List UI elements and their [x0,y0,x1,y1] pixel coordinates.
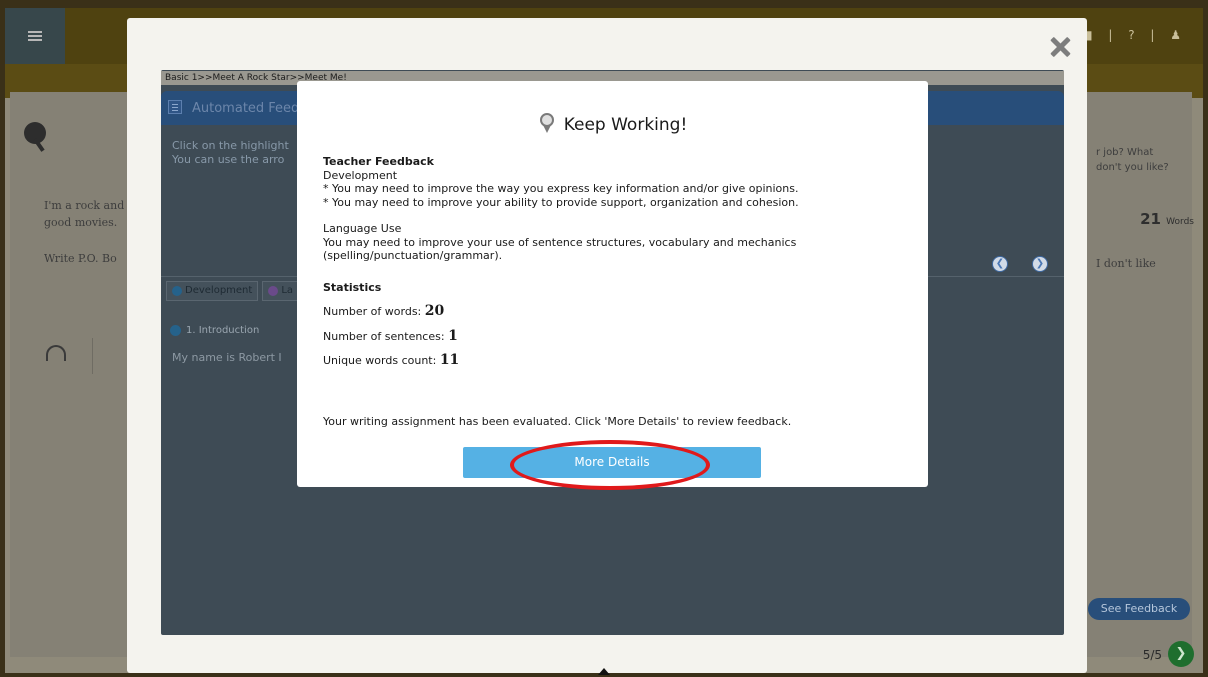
development-icon [172,286,182,296]
dialog-title: Keep Working! [297,113,928,135]
dialog-title-text: Keep Working! [563,115,688,135]
tab-development[interactable]: Development [166,281,259,301]
keep-working-dialog: Keep Working! Teacher Feedback Developme… [297,81,928,487]
word-count-badge: 21 Words [1140,210,1194,228]
stat-words-value: 20 [424,303,445,319]
hamburger-icon [28,31,42,33]
evaluation-message: Your writing assignment has been evaluat… [323,415,792,428]
instruction-line2: You can use the arro [172,153,285,166]
development-point-1: * You may need to improve the way you ex… [323,182,799,195]
introduction-icon [170,325,181,336]
introduction-item[interactable]: 1. Introduction [170,325,259,336]
previous-arrow-icon[interactable]: ❮ [992,256,1008,272]
language-point-2: (spelling/punctuation/grammar). [323,249,503,262]
background-prompt-line1: I'm a rock and [44,199,125,212]
stat-sentences: Number of sentences: 1 [323,327,908,344]
language-use-label: Language Use [323,222,402,235]
pushpin-icon [24,122,46,144]
close-icon[interactable] [1048,35,1072,59]
stat-unique-label: Unique words count: [323,354,437,367]
page-indicator: 5/5 [1142,648,1162,662]
background-essay-snippet: I don't like [1096,257,1156,270]
tab-language-label: La [281,285,294,296]
stat-unique-value: 11 [439,352,460,368]
nav-arrows: ❮ ❯ [992,255,1072,272]
see-feedback-button[interactable]: See Feedback [1088,598,1190,620]
tab-development-label: Development [185,285,253,296]
bottom-caret-icon [598,668,610,675]
background-prompt-line2: good movies. [44,216,118,229]
teacher-feedback-heading: Teacher Feedback [323,155,434,168]
development-point-2: * You may need to improve your ability t… [323,195,799,209]
hamburger-menu-button[interactable] [5,8,65,64]
word-count-value: 21 [1140,210,1161,228]
development-label: Development [323,168,398,182]
language-point-1: You may need to improve your use of sent… [323,235,797,249]
list-icon [168,100,182,114]
headphones-icon[interactable] [46,345,66,361]
essay-text: My name is Robert I [172,351,282,364]
word-count-label: Words [1166,217,1194,227]
top-toolbar-icons[interactable]: ■ | ? | ♟ [1081,28,1187,42]
instruction-line1: Click on the highlight [172,139,289,152]
next-arrow-icon[interactable]: ❯ [1032,256,1048,272]
feedback-tabs: Development La [166,281,300,301]
introduction-label: 1. Introduction [186,325,260,336]
award-ribbon-icon [538,113,556,133]
feedback-panel-title: Automated Feed [192,101,300,116]
background-question-line1: r job? What [1096,147,1154,158]
stat-sentences-label: Number of sentences: [323,329,445,343]
toolbar-divider [92,338,93,374]
instructions: Click on the highlight You can use the a… [172,139,289,167]
stat-unique-words: Unique words count: 11 [323,352,908,368]
stat-words-label: Number of words: [323,305,422,318]
dialog-body: Teacher Feedback Development * You may n… [323,155,908,368]
statistics-heading: Statistics [323,280,382,294]
tab-language-use[interactable]: La [262,281,300,301]
language-icon [268,286,279,296]
more-details-button[interactable]: More Details [463,447,761,478]
next-page-button[interactable]: ❯ [1168,641,1194,667]
stat-words: Number of words: 20 [323,303,908,319]
background-question-line2: don't you like? [1096,162,1169,173]
background-write-line: Write P.O. Bo [44,252,117,265]
stat-sentences-value: 1 [448,327,458,344]
